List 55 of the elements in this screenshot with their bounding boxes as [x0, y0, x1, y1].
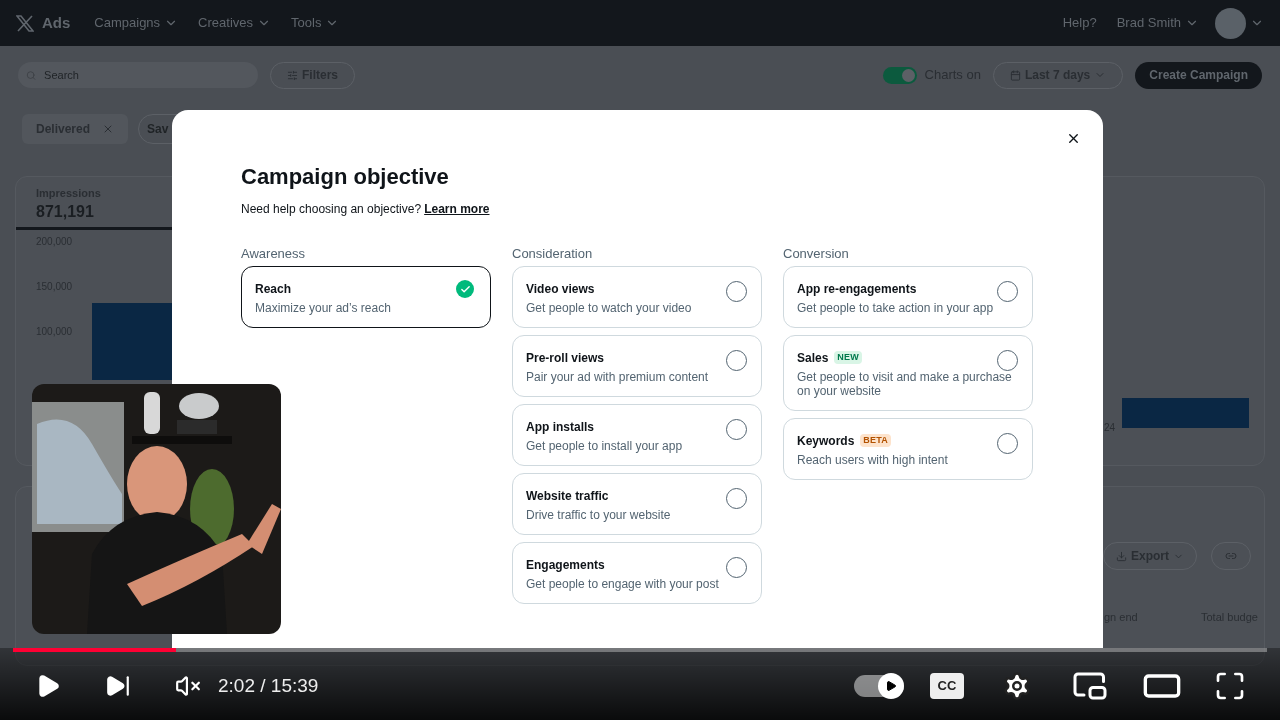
objective-card[interactable]: App installs Get people to install your app — [512, 404, 762, 466]
objective-title: Reach — [255, 280, 292, 298]
objective-card[interactable]: Reach Maximize your ad’s reach — [241, 266, 491, 328]
status-badge: BETA — [860, 433, 892, 448]
objective-card[interactable]: Sales NEW Get people to visit and make a purchase on your website — [783, 335, 1033, 411]
objective-description: Get people to take action in your app — [797, 300, 995, 315]
objective-card[interactable]: Video views Get people to watch your video — [512, 266, 762, 328]
objective-card[interactable]: App re-engagements Get people to take action in your app — [783, 266, 1033, 328]
settings-button[interactable] — [1002, 671, 1032, 701]
objective-card[interactable]: Engagements Get people to engage with your post — [512, 542, 762, 604]
objective-description: Drive traffic to your website — [526, 507, 672, 522]
objective-description: Get people to watch your video — [526, 300, 693, 315]
objective-card[interactable]: Pre-roll views Pair your ad with premium content — [512, 335, 762, 397]
objective-card[interactable]: Keywords BETA Reach users with high intent — [783, 418, 1033, 480]
download-icon — [1116, 550, 1127, 562]
objective-description: Get people to engage with your post — [526, 576, 720, 591]
group-heading: Awareness — [241, 245, 307, 263]
objective-title: App re-engagements — [797, 280, 917, 298]
objective-description: Reach users with high intent — [797, 452, 949, 467]
learn-more-link[interactable]: Learn more — [424, 200, 490, 218]
time-display: 2:02 / 15:39 — [218, 673, 319, 698]
objective-title: Sales — [797, 349, 829, 367]
group-heading: Consideration — [512, 245, 594, 263]
check-icon — [456, 280, 474, 298]
objective-description: Get people to visit and make a purchase on your website — [797, 369, 1012, 398]
captions-button[interactable]: CC — [930, 673, 964, 699]
settings-icon — [1002, 671, 1032, 701]
progress-track[interactable] — [13, 648, 1267, 652]
fullscreen-icon — [1214, 670, 1246, 702]
link-icon — [1225, 550, 1237, 562]
play-icon — [878, 673, 904, 699]
objective-description: Pair your ad with premium content — [526, 369, 710, 384]
objective-card[interactable]: Website traffic Drive traffic to your website — [512, 473, 762, 535]
dialog-title: Campaign objective — [241, 163, 450, 191]
calendar-icon — [1009, 69, 1021, 81]
objective-title: Website traffic — [526, 487, 609, 505]
status-badge: NEW — [834, 350, 863, 365]
objective-title: Engagements — [526, 556, 605, 574]
objective-description: Get people to install your app — [526, 438, 684, 453]
muted-icon — [175, 673, 201, 699]
objective-title: App installs — [526, 418, 594, 436]
fullscreen-button[interactable] — [1214, 670, 1246, 702]
autoplay-toggle[interactable] — [854, 675, 904, 697]
next-icon — [105, 673, 131, 699]
avatar[interactable] — [1215, 7, 1246, 39]
brand-name: Ads — [42, 12, 71, 33]
x-logo-icon — [16, 14, 34, 32]
group-heading: Conversion — [783, 245, 850, 263]
charts-toggle[interactable] — [882, 66, 917, 84]
objective-title: Keywords — [797, 432, 855, 450]
help-text: Need help choosing an objective? — [241, 201, 422, 218]
objective-title: Pre-roll views — [526, 349, 605, 367]
objective-title: Video views — [526, 280, 595, 298]
sliders-icon — [287, 69, 298, 81]
objective-description: Maximize your ad’s reach — [255, 300, 392, 315]
